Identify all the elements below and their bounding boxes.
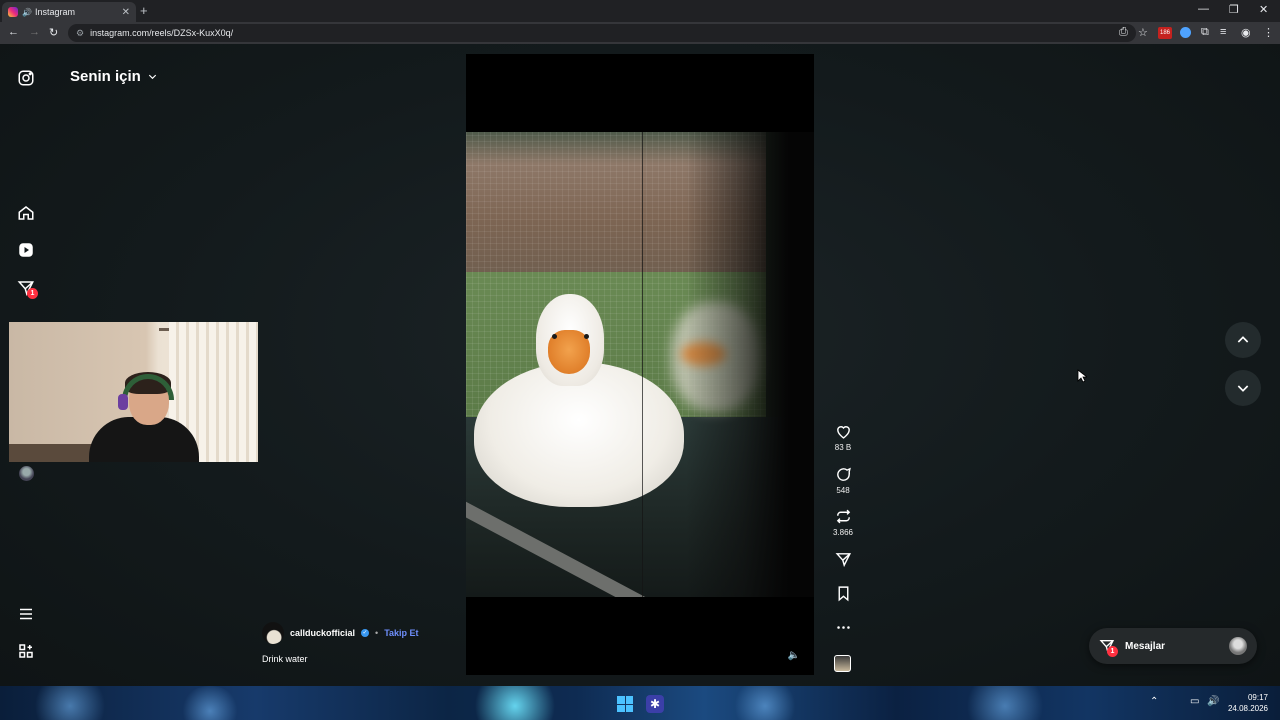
taskbar-app-icon[interactable]: ✱ (646, 695, 664, 713)
tab-title: Instagram (34, 7, 75, 17)
browser-toolbar: ← → ↻ ⚙ instagram.com/reels/DZSx-KuxX0q/… (0, 22, 1280, 44)
bookmark-star-icon[interactable]: ☆ (1138, 26, 1148, 39)
windows-start-icon[interactable] (617, 696, 633, 712)
messages-button[interactable]: 1 Mesajlar (1089, 628, 1257, 664)
close-window-button[interactable]: ✕ (1259, 3, 1268, 16)
previous-reel-button[interactable] (1225, 322, 1261, 358)
author-avatar[interactable] (262, 622, 284, 644)
reading-list-icon[interactable]: ≡ (1220, 26, 1226, 38)
instagram-favicon-icon (8, 7, 18, 17)
profile-icon[interactable]: ◉ (1241, 26, 1251, 39)
home-icon[interactable] (16, 203, 36, 223)
forward-icon[interactable]: → (29, 26, 40, 38)
audio-thumbnail[interactable] (834, 655, 851, 672)
messages-label: Mesajlar (1125, 640, 1166, 652)
more-menu-icon[interactable] (16, 604, 36, 624)
comment-icon (836, 467, 851, 481)
speaker-icon[interactable]: 🔊 (22, 8, 32, 17)
reel-caption: Drink water (262, 654, 308, 664)
tray-chevron-icon[interactable]: ⌃ (1150, 696, 1158, 707)
extension-badge[interactable]: 186 (1158, 27, 1172, 39)
repost-icon (836, 509, 850, 524)
reels-icon[interactable] (16, 240, 36, 260)
also-from-meta-icon[interactable] (16, 641, 36, 661)
chevron-down-icon (148, 74, 156, 80)
dm-notification-badge: 1 (27, 288, 38, 299)
install-app-icon[interactable]: ⎙ (1119, 26, 1128, 39)
url-text: instagram.com/reels/DZSx-KuxX0q/ (90, 28, 234, 38)
repost-count: 3.866 (832, 528, 854, 537)
author-name[interactable]: callduckofficial (290, 628, 355, 638)
more-options-button[interactable] (828, 619, 858, 636)
share-button[interactable] (828, 551, 858, 568)
verified-icon: ✓ (361, 629, 370, 637)
comment-count: 548 (836, 486, 850, 495)
windows-taskbar: ✱ ⌃ ▭ 🔊 09:17 24.08.2026 (0, 686, 1280, 720)
like-count: 83 B (834, 443, 852, 452)
clock-date: 24.08.2026 (1227, 704, 1268, 713)
bookmark-icon (838, 586, 848, 602)
mouse-cursor-icon (1077, 369, 1087, 383)
reel-video[interactable] (466, 132, 814, 597)
restore-button[interactable]: ❐ (1229, 3, 1239, 16)
mute-icon[interactable]: 🔈 (786, 648, 802, 664)
comment-button[interactable]: 548 (828, 466, 858, 495)
back-icon[interactable]: ← (8, 26, 19, 38)
minimize-button[interactable]: — (1198, 3, 1209, 15)
repost-button[interactable]: 3.866 (828, 508, 858, 537)
like-button[interactable]: 83 B (828, 423, 858, 452)
network-icon[interactable]: ▭ (1190, 696, 1199, 707)
browser-tabstrip: 🔊 Instagram ✕ + — ❐ ✕ (0, 0, 1280, 22)
messages-badge: 1 (1107, 646, 1118, 657)
send-icon (835, 553, 851, 568)
separator-dot: • (375, 628, 379, 638)
taskbar-clock[interactable]: 09:17 24.08.2026 (1226, 692, 1268, 714)
menu-kebab-icon[interactable]: ⋮ (1263, 26, 1274, 39)
volume-icon[interactable]: 🔊 (1207, 696, 1219, 707)
direct-message-icon[interactable]: 1 (16, 278, 38, 299)
feed-title: Senin için (70, 68, 141, 85)
site-info-icon[interactable]: ⚙ (76, 28, 84, 39)
clock-time: 09:17 (1247, 693, 1268, 702)
heart-icon (836, 426, 850, 439)
instagram-page: Senin için 1 callduckofficial ✓ • Takip … (0, 44, 1280, 686)
reload-icon[interactable]: ↻ (49, 26, 58, 39)
messages-avatar (1229, 637, 1247, 655)
extension-icon[interactable] (1180, 27, 1191, 38)
messages-icon: 1 (1099, 638, 1118, 657)
chevron-down-icon (1237, 385, 1249, 392)
next-reel-button[interactable] (1225, 370, 1261, 406)
follow-button[interactable]: Takip Et (384, 628, 418, 638)
feed-selector[interactable]: Senin için (70, 68, 158, 85)
address-bar[interactable]: ⚙ instagram.com/reels/DZSx-KuxX0q/ (68, 24, 1136, 42)
extensions-icon[interactable]: ⧉ (1201, 26, 1209, 39)
reel-author: callduckofficial ✓ • Takip Et (262, 622, 419, 644)
reel-player[interactable]: 🔈 (466, 54, 814, 675)
profile-avatar[interactable] (19, 466, 34, 481)
more-horizontal-icon (836, 626, 850, 629)
save-button[interactable] (828, 585, 858, 602)
instagram-logo-icon[interactable] (16, 68, 36, 88)
browser-tab[interactable]: 🔊 Instagram ✕ (2, 2, 136, 22)
webcam-overlay (9, 322, 258, 462)
tab-close-icon[interactable]: ✕ (122, 7, 130, 18)
new-tab-button[interactable]: + (140, 3, 148, 18)
chevron-up-icon (1237, 336, 1249, 343)
